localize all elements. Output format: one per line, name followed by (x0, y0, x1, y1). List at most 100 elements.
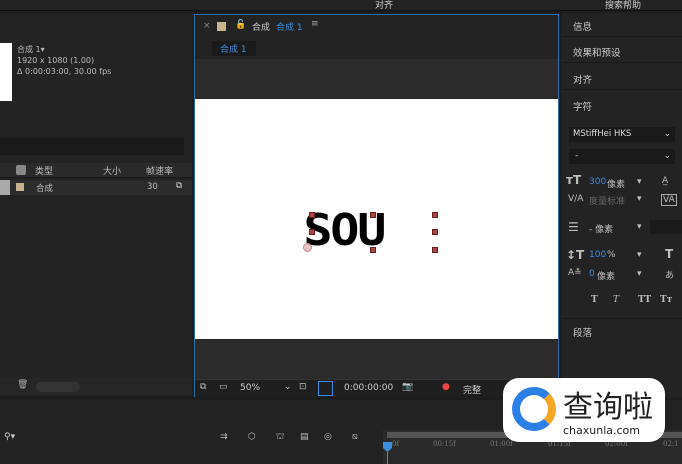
comp-resolution: 1920 x 1080 (1.00) (17, 56, 95, 65)
tsume-icon: あ (665, 271, 675, 281)
flowchart-icon[interactable]: ⧉ (176, 181, 182, 191)
column-size[interactable]: 大小 (103, 164, 121, 177)
bpc-slider[interactable] (36, 382, 80, 392)
comp-flowchart-icon[interactable]: ⇉ (220, 432, 228, 442)
all-caps-button[interactable]: TT (638, 295, 651, 305)
font-size-icon: тT (566, 173, 582, 187)
menu-icon[interactable]: ≡ (311, 19, 319, 29)
shy-layers-icon[interactable]: ⛫ (276, 432, 284, 443)
anchor-point[interactable] (303, 243, 312, 252)
color-channels-icon[interactable]: ● (442, 382, 450, 392)
panel-align[interactable]: 对齐 (562, 66, 682, 90)
draft-3d-icon[interactable]: ⬡ (248, 432, 256, 442)
stroke-width-icon: ☰ (568, 220, 579, 234)
resolution-dropdown[interactable]: 完整 (463, 383, 481, 396)
search-logo-icon (512, 387, 556, 431)
dropdown-icon[interactable]: ▾ (637, 222, 642, 232)
transform-handle[interactable] (309, 229, 315, 235)
column-fps[interactable]: 帧速率 (146, 164, 173, 177)
tick-label: 00:15f (433, 440, 456, 448)
comp-name[interactable]: 合成 1▾ (17, 44, 111, 55)
vertical-scale-value[interactable]: 100 (589, 250, 606, 260)
baseline-unit: 像素 (597, 272, 616, 282)
baseline-value[interactable]: 0 (589, 269, 595, 279)
watermark-url: chaxunla.com (563, 424, 640, 437)
font-style-dropdown[interactable]: - ⌄ (569, 149, 675, 164)
search-icon[interactable]: ⚲▾ (4, 432, 15, 442)
kerning-icon: V/A (568, 194, 584, 204)
monitor-icon[interactable]: ▭ (219, 382, 228, 392)
comp-breadcrumb[interactable]: 合成 1 (212, 41, 256, 56)
transform-handle[interactable] (309, 212, 315, 218)
vertical-scale-icon: ↕T (566, 248, 585, 262)
watermark-brand: 查询啦 (563, 390, 653, 425)
composition-viewer: × 🔓 合成 合成 1 ≡ 合成 1 SOU ⧉ ▭ 50% ⌄ ⊡ 0:00:… (194, 14, 559, 397)
camera-icon[interactable]: 📷 (402, 382, 413, 392)
label-tag-icon (16, 165, 26, 175)
row-fps: 30 (147, 182, 158, 192)
label-color-icon (16, 183, 24, 191)
pasteboard-bottom (195, 339, 558, 379)
small-caps-button[interactable]: Tт (660, 295, 672, 305)
frame-blending-icon[interactable]: ▤ (300, 432, 309, 442)
dropdown-icon[interactable]: ▾ (637, 194, 642, 204)
project-row[interactable]: 合成 30 ⧉ (0, 180, 192, 195)
close-icon[interactable]: × (203, 21, 211, 31)
tick-label: 01:00f (490, 440, 513, 448)
graph-editor-icon[interactable]: ⧅ (352, 432, 358, 442)
transform-handle[interactable] (370, 247, 376, 253)
transparency-grid-icon[interactable] (318, 381, 333, 396)
dropdown-icon[interactable]: ▾ (637, 269, 642, 279)
font-name: MStiffHei HKS (573, 129, 632, 139)
stroke-type-dropdown[interactable] (650, 220, 682, 234)
dropdown-icon[interactable]: ▾ (637, 177, 642, 187)
tick-label: 0f (392, 440, 400, 448)
transform-handle[interactable] (432, 247, 438, 253)
faux-italic-button[interactable]: T (613, 295, 619, 305)
tick-label: 02:1 (663, 440, 679, 448)
panel-info[interactable]: 信息 (562, 13, 682, 37)
panel-effects-presets[interactable]: 效果和预设 (562, 39, 682, 63)
font-style: - (575, 151, 579, 161)
baseline-shift-icon: A≛ (568, 268, 582, 278)
column-type[interactable]: 类型 (35, 164, 53, 177)
motion-blur-icon[interactable]: ◎ (324, 432, 332, 442)
font-size-unit: 像素 (607, 180, 626, 190)
pasteboard (195, 59, 558, 99)
vertical-scale-unit: % (607, 250, 616, 260)
tab-comp-1[interactable]: 合成 1 (276, 20, 303, 33)
region-of-interest-icon[interactable]: ⊡ (299, 382, 307, 392)
comp-thumbnail (0, 43, 12, 101)
faux-bold-button[interactable]: T (591, 295, 598, 305)
snapshot-toggle-icon[interactable]: ⧉ (200, 382, 206, 392)
right-panel: 信息 效果和预设 对齐 字符 MStiffHei HKS ⌄ - ⌄ тT 300 … (562, 13, 682, 398)
search-help-input[interactable]: 搜索帮助 (605, 0, 641, 11)
transform-handle[interactable] (432, 212, 438, 218)
transform-handle[interactable] (432, 229, 438, 235)
canvas[interactable]: SOU (195, 99, 558, 339)
watermark-logo: 查询啦 chaxunla.com (503, 378, 665, 442)
zoom-dropdown[interactable]: 50% (240, 383, 260, 393)
playhead[interactable] (383, 442, 392, 452)
chevron-down-icon: ⌄ (663, 151, 671, 161)
chevron-down-icon[interactable]: ⌄ (284, 382, 292, 392)
project-bottom-bar: 🗑 (0, 378, 192, 395)
horizontal-scale-icon: T (665, 247, 674, 261)
leading-icon: A̲ (662, 176, 669, 186)
align-checkbox-label[interactable]: 对齐 (375, 0, 393, 11)
lock-icon[interactable]: 🔓 (235, 20, 246, 30)
project-search-input[interactable] (0, 138, 184, 155)
panel-paragraph[interactable]: 段落 (562, 318, 682, 345)
panel-character: 字符 (573, 102, 593, 113)
font-family-dropdown[interactable]: MStiffHei HKS ⌄ (569, 127, 675, 142)
current-time[interactable]: 0:00:00:00 (344, 383, 393, 393)
project-columns-header: 类型 大小 帧速率 (0, 163, 192, 178)
comp-duration: Δ 0:00:03:00, 30.00 fps (17, 67, 112, 76)
font-size-value[interactable]: 300 (589, 177, 606, 187)
transform-handle[interactable] (370, 212, 376, 218)
trash-icon[interactable]: 🗑 (17, 380, 28, 390)
row-selection (0, 180, 10, 195)
stroke-width-value[interactable]: - 像素 (589, 222, 613, 235)
kerning-value[interactable]: 度量标准 (589, 194, 625, 207)
dropdown-icon[interactable]: ▾ (637, 250, 642, 260)
